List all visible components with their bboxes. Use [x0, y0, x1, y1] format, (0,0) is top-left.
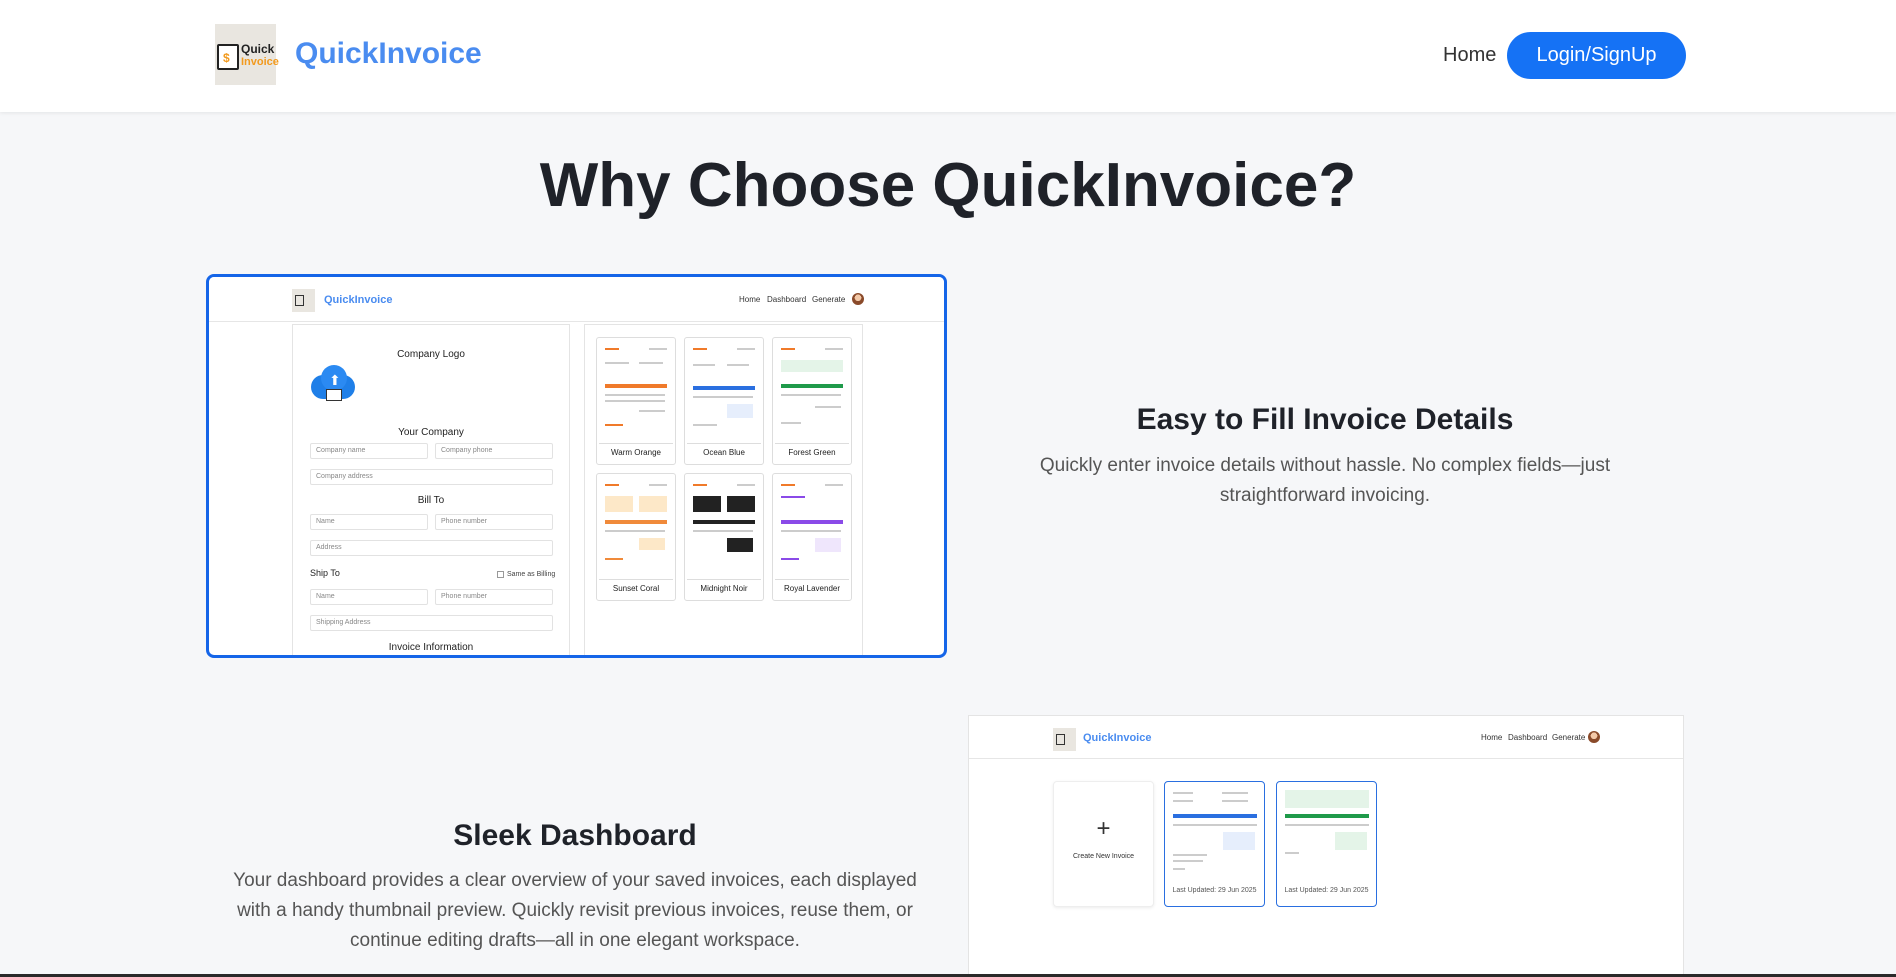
mini-brand: QuickInvoice	[1083, 732, 1152, 744]
feature-title-dashboard: Sleek Dashboard	[453, 819, 697, 852]
mini-navbar: QuickInvoice Home Dashboard Generate	[209, 277, 944, 322]
template-card: Warm Orange	[596, 337, 676, 465]
mini-nav-home: Home	[739, 295, 761, 304]
template-name: Forest Green	[788, 448, 836, 457]
bill-name-field: Name	[310, 514, 428, 530]
cloud-upload-icon: ⬆	[311, 365, 355, 403]
template-preview	[687, 340, 761, 444]
template-name: Royal Lavender	[783, 584, 841, 593]
template-name: Ocean Blue	[703, 448, 745, 457]
last-updated-label: Last Updated: 29 Jun 2025	[1284, 887, 1369, 894]
invoice-form-screenshot: QuickInvoice Home Dashboard Generate Com…	[206, 274, 947, 658]
mini-brand: QuickInvoice	[324, 294, 393, 306]
shipping-address-field: Shipping Address	[310, 615, 553, 631]
template-card: Midnight Noir	[684, 473, 764, 601]
your-company-heading: Your Company	[398, 427, 464, 438]
saved-invoice-card: Last Updated: 29 Jun 2025	[1276, 781, 1377, 907]
feature-description-dashboard: Your dashboard provides a clear overview…	[233, 870, 917, 951]
last-updated-label: Last Updated: 29 Jun 2025	[1172, 887, 1257, 894]
template-name: Sunset Coral	[612, 584, 660, 593]
invoice-information-heading: Invoice Information	[388, 642, 474, 653]
logo-text-invoice: Invoice	[241, 56, 279, 68]
login-signup-button[interactable]: Login/SignUp	[1507, 32, 1686, 79]
template-preview	[599, 340, 673, 444]
invoice-icon: $	[217, 44, 239, 70]
logo[interactable]: $ Quick Invoice	[215, 24, 279, 85]
company-name-field: Company name	[310, 443, 428, 459]
company-address-field: Company address	[310, 469, 553, 485]
nav-home-link[interactable]: Home	[1443, 42, 1496, 68]
company-logo-label: Company Logo	[397, 349, 465, 360]
ship-phone-field: Phone number	[435, 589, 553, 605]
mini-nav-dashboard: Dashboard	[1508, 733, 1548, 742]
bill-to-heading: Bill To	[417, 495, 445, 506]
mini-logo	[1053, 728, 1076, 751]
mini-nav-generate: Generate	[1552, 733, 1586, 742]
saved-invoice-card: Last Updated: 29 Jun 2025	[1164, 781, 1265, 907]
template-card: Forest Green	[772, 337, 852, 465]
same-as-billing-label: Same as Billing	[507, 571, 556, 578]
ship-name-field: Name	[310, 589, 428, 605]
mini-avatar	[1588, 731, 1600, 743]
template-card: Royal Lavender	[772, 473, 852, 601]
template-card: Sunset Coral	[596, 473, 676, 601]
create-new-invoice-card: + Create New Invoice	[1053, 781, 1154, 907]
template-gallery: Warm Orange Ocean Blue Forest Green Suns…	[584, 324, 863, 655]
feature-title-easy-fill: Easy to Fill Invoice Details	[1136, 403, 1514, 436]
mini-logo	[292, 289, 315, 312]
page-title: Why Choose QuickInvoice?	[539, 151, 1357, 220]
create-new-invoice-label: Create New Invoice	[1072, 853, 1135, 860]
bill-address-field: Address	[310, 540, 553, 556]
brand-name[interactable]: QuickInvoice	[295, 36, 482, 72]
same-as-billing-checkbox	[497, 571, 504, 578]
invoice-form-panel: Company Logo ⬆ Your Company Company name…	[292, 324, 570, 655]
mini-nav-home: Home	[1481, 733, 1503, 742]
template-name: Warm Orange	[611, 448, 661, 457]
company-phone-field: Company phone	[435, 443, 553, 459]
invoice-thumbnail	[1279, 784, 1374, 882]
mini-nav-generate: Generate	[812, 295, 846, 304]
mini-navbar: QuickInvoice Home Dashboard Generate	[969, 716, 1683, 759]
template-preview	[687, 476, 761, 580]
template-name: Midnight Noir	[700, 584, 748, 593]
dashboard-screenshot: QuickInvoice Home Dashboard Generate + C…	[968, 715, 1684, 977]
template-preview	[775, 476, 849, 580]
template-preview	[599, 476, 673, 580]
template-preview	[775, 340, 849, 444]
ship-to-heading: Ship To	[310, 568, 340, 578]
logo-text-quick: Quick	[241, 42, 275, 56]
top-navbar: $ Quick Invoice QuickInvoice Home Login/…	[0, 0, 1896, 112]
plus-icon: +	[1096, 815, 1111, 842]
bill-phone-field: Phone number	[435, 514, 553, 530]
feature-description-easy-fill: Quickly enter invoice details without ha…	[1039, 455, 1611, 506]
mini-nav-dashboard: Dashboard	[767, 295, 807, 304]
template-card: Ocean Blue	[684, 337, 764, 465]
mini-avatar	[852, 293, 864, 305]
invoice-thumbnail	[1167, 784, 1262, 882]
